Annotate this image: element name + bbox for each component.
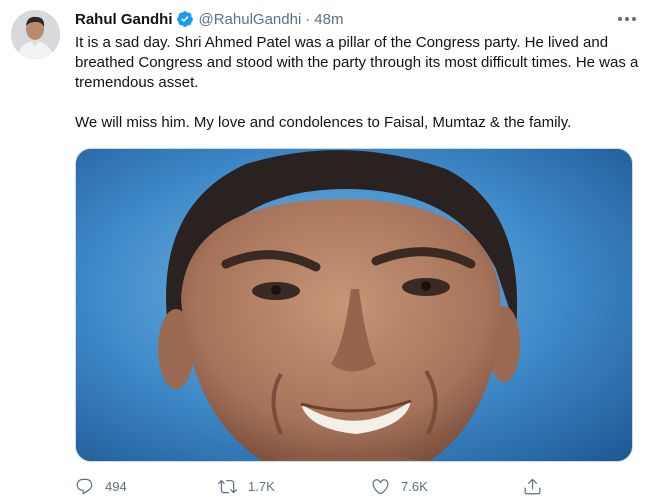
reply-button[interactable]: 494 xyxy=(75,474,127,498)
author-handle[interactable]: @RahulGandhi xyxy=(199,11,302,28)
heart-icon xyxy=(372,478,389,494)
tweet-paragraph: We will miss him. My love and condolence… xyxy=(75,114,572,131)
author-avatar[interactable] xyxy=(11,10,60,59)
tweet-timestamp[interactable]: 48m xyxy=(314,11,343,28)
share-icon xyxy=(524,478,541,494)
tweet-header: Rahul Gandhi @RahulGandhi · 48m xyxy=(75,8,614,30)
tweet-card[interactable]: Rahul Gandhi @RahulGandhi · 48m It is a … xyxy=(0,0,654,503)
tweet-paragraph: It is a sad day. Shri Ahmed Patel was a … xyxy=(75,34,639,91)
reply-count: 494 xyxy=(105,478,127,494)
tweet-actions: 494 1.7K 7.6K xyxy=(75,474,645,498)
portrait-image xyxy=(76,149,632,461)
like-count: 7.6K xyxy=(401,478,428,494)
more-options-button[interactable] xyxy=(616,10,638,28)
reply-icon xyxy=(76,478,93,494)
like-button[interactable]: 7.6K xyxy=(371,474,428,498)
more-options-icon xyxy=(618,17,636,21)
header-separator: · xyxy=(305,10,311,28)
author-name[interactable]: Rahul Gandhi xyxy=(75,11,173,28)
share-button[interactable] xyxy=(523,474,542,498)
retweet-count: 1.7K xyxy=(248,478,275,494)
retweet-button[interactable]: 1.7K xyxy=(218,474,275,498)
verified-badge-icon xyxy=(176,11,193,27)
tweet-text: It is a sad day. Shri Ahmed Patel was a … xyxy=(75,33,645,133)
tweet-photo[interactable] xyxy=(75,148,633,462)
retweet-icon xyxy=(218,479,237,493)
